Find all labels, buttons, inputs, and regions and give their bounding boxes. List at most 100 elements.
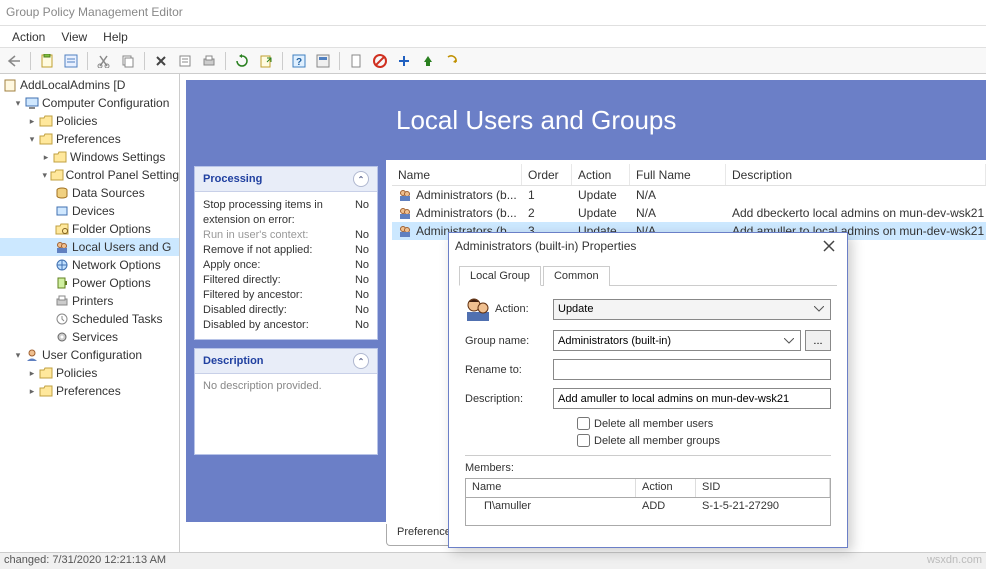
rename-input[interactable] (553, 359, 831, 380)
policy-icon (2, 77, 18, 93)
statusbar: changed: 7/31/2020 12:21:13 AM wsxdn.com (0, 552, 986, 569)
help-icon[interactable]: ? (289, 51, 309, 71)
list-row[interactable]: Administrators (b...2UpdateN/AAdd dbecke… (392, 204, 986, 222)
processing-row-label: Filtered directly: (203, 273, 281, 288)
rename-label: Rename to: (465, 364, 553, 376)
processing-row-value: No (355, 273, 369, 288)
action-label: Action: (495, 303, 553, 315)
tree-root[interactable]: AddLocalAdmins [D (0, 76, 179, 94)
tree-local-users[interactable]: Local Users and G (0, 238, 179, 256)
up-icon[interactable] (418, 51, 438, 71)
group-name-select[interactable]: Administrators (built-in) (553, 330, 801, 351)
users-icon (398, 205, 412, 221)
mcol-sid[interactable]: SID (696, 479, 830, 497)
stop-icon[interactable] (370, 51, 390, 71)
tab-local-group[interactable]: Local Group (459, 266, 541, 286)
delete-icon[interactable] (151, 51, 171, 71)
tree-computer-config[interactable]: ▾Computer Configuration (0, 94, 179, 112)
folder-icon (38, 383, 54, 399)
folder-icon (50, 167, 64, 183)
menubar: Action View Help (0, 26, 986, 48)
tree-network-options[interactable]: Network Options (0, 256, 179, 274)
mcol-action[interactable]: Action (636, 479, 696, 497)
properties-icon[interactable] (175, 51, 195, 71)
processing-row-value: No (355, 198, 369, 228)
tree-preferences-2[interactable]: ▸Preferences (0, 382, 179, 400)
col-action[interactable]: Action (572, 164, 630, 185)
users-icon (398, 223, 412, 239)
svg-text:?: ? (296, 57, 302, 68)
col-order[interactable]: Order (522, 164, 572, 185)
copy-icon[interactable] (118, 51, 138, 71)
close-icon[interactable] (817, 236, 841, 256)
tree-windows-settings[interactable]: ▸Windows Settings (0, 148, 179, 166)
side-panel: Processing⌃ Stop processing items in ext… (186, 80, 386, 522)
folder-icon (38, 131, 54, 147)
action-select[interactable]: Update (553, 299, 831, 320)
processing-box: Processing⌃ Stop processing items in ext… (194, 166, 378, 340)
tree-control-panel[interactable]: ▾Control Panel Setting (0, 166, 179, 184)
list-row[interactable]: Administrators (b...1UpdateN/A (392, 186, 986, 204)
processing-row-label: Disabled by ancestor: (203, 318, 309, 333)
tree-preferences-1[interactable]: ▾Preferences (0, 130, 179, 148)
description-body: No description provided. (195, 374, 377, 454)
tree-data-sources[interactable]: Data Sources (0, 184, 179, 202)
col-name[interactable]: Name (392, 164, 522, 185)
col-description[interactable]: Description (726, 164, 986, 185)
cut-icon[interactable] (94, 51, 114, 71)
tree-printers[interactable]: Printers (0, 292, 179, 310)
members-label: Members: (465, 462, 831, 474)
user-icon (24, 347, 40, 363)
export-icon[interactable] (256, 51, 276, 71)
back-icon[interactable] (4, 51, 24, 71)
processing-title: Processing (203, 173, 262, 185)
processing-row-value: No (355, 258, 369, 273)
list-icon[interactable] (61, 51, 81, 71)
users-icon (54, 239, 70, 255)
tree-user-config[interactable]: ▾User Configuration (0, 346, 179, 364)
member-row[interactable]: Π\amuller ADD S-1-5-21-27290 (466, 498, 830, 514)
properties-dialog: Administrators (built-in) Properties Loc… (448, 232, 848, 548)
tree-policies-2[interactable]: ▸Policies (0, 364, 179, 382)
mcol-name[interactable]: Name (466, 479, 636, 497)
collapse-icon[interactable]: ⌃ (353, 353, 369, 369)
users-icon (398, 187, 412, 203)
processing-row-label: Apply once: (203, 258, 260, 273)
print-icon[interactable] (199, 51, 219, 71)
tree-power-options[interactable]: Power Options (0, 274, 179, 292)
members-header: Name Action SID (465, 478, 831, 498)
browse-button[interactable]: ... (805, 330, 831, 351)
processing-row-value: No (355, 243, 369, 258)
col-fullname[interactable]: Full Name (630, 164, 726, 185)
tree-folder-options[interactable]: Folder Options (0, 220, 179, 238)
dialog-title: Administrators (built-in) Properties (455, 239, 636, 253)
network-icon (54, 257, 70, 273)
paste-icon[interactable] (37, 51, 57, 71)
folder-icon (38, 365, 54, 381)
datasource-icon (54, 185, 70, 201)
delete-groups-checkbox[interactable]: Delete all member groups (577, 434, 831, 447)
add-icon[interactable] (394, 51, 414, 71)
tree-scheduled-tasks[interactable]: Scheduled Tasks (0, 310, 179, 328)
menu-action[interactable]: Action (4, 28, 53, 46)
folder-icon (52, 149, 68, 165)
tree-devices[interactable]: Devices (0, 202, 179, 220)
collapse-icon[interactable]: ⌃ (353, 171, 369, 187)
group-icon (465, 296, 495, 322)
refresh-icon[interactable] (232, 51, 252, 71)
processing-row-value: No (355, 303, 369, 318)
tree-pane[interactable]: AddLocalAdmins [D ▾Computer Configuratio… (0, 74, 180, 552)
down-icon[interactable] (442, 51, 462, 71)
members-list[interactable]: Π\amuller ADD S-1-5-21-27290 (465, 498, 831, 526)
options-icon[interactable] (313, 51, 333, 71)
delete-users-checkbox[interactable]: Delete all member users (577, 417, 831, 430)
tab-common[interactable]: Common (543, 266, 610, 286)
computer-icon (24, 95, 40, 111)
tree-policies-1[interactable]: ▸Policies (0, 112, 179, 130)
description-label: Description: (465, 393, 553, 405)
description-input[interactable] (553, 388, 831, 409)
doc1-icon[interactable] (346, 51, 366, 71)
menu-help[interactable]: Help (95, 28, 136, 46)
menu-view[interactable]: View (53, 28, 95, 46)
tree-services[interactable]: Services (0, 328, 179, 346)
